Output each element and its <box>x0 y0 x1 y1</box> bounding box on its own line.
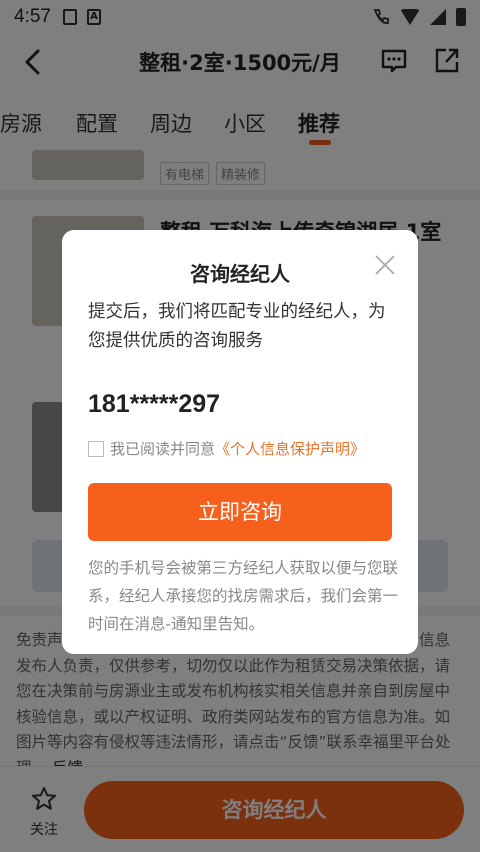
close-icon[interactable] <box>374 254 396 276</box>
agree-checkbox[interactable] <box>88 440 104 457</box>
modal-note: 您的手机号会被第三方经纪人获取以便与您联系，经纪人承接您的找房需求后，我们会第一… <box>88 559 399 633</box>
phone-number: 181*****297 <box>88 390 221 418</box>
agree-text: 我已阅读并同意 <box>110 440 216 458</box>
agreement-row: 我已阅读并同意 《个人信息保护声明》 <box>88 438 365 459</box>
modal-title: 咨询经纪人 <box>190 262 290 286</box>
consult-modal: 咨询经纪人 提交后，我们将匹配专业的经纪人，为您提供优质的咨询服务 181***… <box>62 230 418 654</box>
modal-description: 提交后，我们将匹配专业的经纪人，为您提供优质的咨询服务 <box>88 302 386 351</box>
consult-now-button[interactable]: 立即咨询 <box>88 483 392 541</box>
privacy-policy-link[interactable]: 《个人信息保护声明》 <box>215 438 365 459</box>
